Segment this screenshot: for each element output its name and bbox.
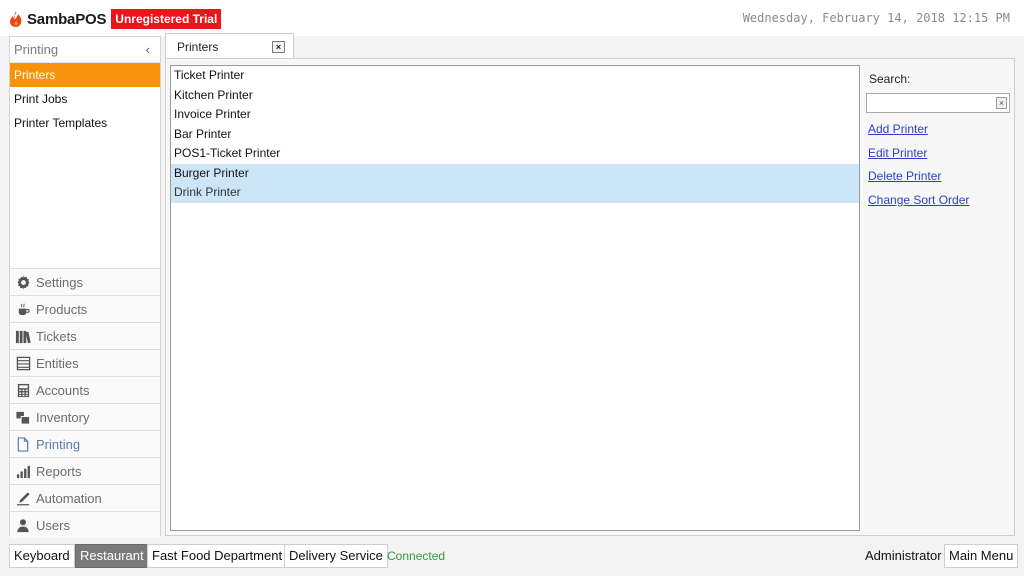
printer-list[interactable]: Ticket Printer Kitchen Printer Invoice P… [170, 65, 860, 531]
collapse-chevron-icon[interactable]: ‹ [146, 42, 150, 57]
nav-item-accounts[interactable]: Accounts [10, 376, 160, 403]
section-header-printing[interactable]: Printing ‹ [10, 37, 160, 63]
nav-label: Tickets [36, 328, 77, 344]
table-icon [15, 355, 31, 371]
current-user: Administrator [865, 548, 942, 563]
main-menu-button[interactable]: Main Menu [944, 544, 1019, 568]
list-item[interactable]: Ticket Printer [171, 66, 859, 86]
trial-badge: Unregistered Trial [111, 9, 222, 29]
nav-label: Inventory [36, 409, 90, 425]
actions-panel: Search: × Add Printer Edit Printer Delet… [866, 65, 1011, 209]
nav-item-inventory[interactable]: Inventory [10, 403, 160, 430]
user-icon [15, 517, 31, 533]
status-bar: Keyboard Restaurant Fast Food Department… [0, 540, 1024, 576]
list-item[interactable]: POS1-Ticket Printer [171, 144, 859, 164]
books-icon [15, 328, 31, 344]
sub-item-printer-templates[interactable]: Printer Templates [10, 111, 160, 135]
nav-label: Settings [36, 274, 83, 290]
pen-icon [15, 490, 31, 506]
nav-item-users[interactable]: Users [10, 511, 160, 538]
app-name: SambaPOS [27, 10, 107, 28]
date-time-display: Wednesday, February 14, 2018 12:15 PM [742, 11, 1010, 25]
bar-chart-icon [15, 463, 31, 479]
nav-item-settings[interactable]: Settings [10, 268, 160, 295]
coffee-cup-icon [15, 301, 31, 317]
tab-printers[interactable]: Printers × [165, 33, 294, 59]
left-navigation-panel: Printing ‹ Printers Print Jobs Printer T… [9, 36, 161, 538]
connection-status: Connected [387, 549, 446, 563]
keyboard-button[interactable]: Keyboard [9, 544, 75, 568]
list-item[interactable]: Kitchen Printer [171, 86, 859, 106]
main-nav-list: Settings Products Tickets Entities Accou… [10, 268, 160, 538]
calculator-icon [15, 382, 31, 398]
change-sort-order-link[interactable]: Change Sort Order [866, 192, 1011, 210]
nav-item-entities[interactable]: Entities [10, 349, 160, 376]
nav-label: Accounts [36, 382, 90, 398]
nav-item-products[interactable]: Products [10, 295, 160, 322]
search-label: Search: [869, 72, 911, 86]
search-input[interactable] [867, 94, 993, 112]
list-item[interactable]: Bar Printer [171, 125, 859, 145]
fast-food-department-button[interactable]: Fast Food Department [147, 544, 288, 568]
document-icon [15, 436, 31, 452]
nav-label: Users [36, 517, 70, 533]
clear-search-icon[interactable]: × [996, 97, 1007, 109]
printers-content-area: Ticket Printer Kitchen Printer Invoice P… [165, 58, 1015, 536]
list-item[interactable]: Burger Printer [171, 163, 859, 183]
app-logo: SambaPOS Unregistered Trial [8, 9, 222, 29]
delete-printer-link[interactable]: Delete Printer [866, 168, 1011, 186]
nav-label: Reports [36, 463, 82, 479]
tab-label: Printers [177, 39, 219, 54]
nav-label: Products [36, 301, 88, 317]
nav-item-reports[interactable]: Reports [10, 457, 160, 484]
nav-label: Entities [36, 355, 79, 371]
close-icon[interactable]: × [272, 41, 285, 53]
gear-icon [15, 274, 31, 290]
list-item[interactable]: Drink Printer [171, 183, 859, 203]
sub-item-print-jobs[interactable]: Print Jobs [10, 87, 160, 111]
sub-item-printers[interactable]: Printers [10, 63, 160, 87]
search-field: × [866, 93, 1010, 113]
nav-item-printing[interactable]: Printing [10, 430, 160, 457]
nav-item-tickets[interactable]: Tickets [10, 322, 160, 349]
nav-item-automation[interactable]: Automation [10, 484, 160, 511]
add-printer-link[interactable]: Add Printer [866, 121, 1011, 139]
list-item[interactable]: Invoice Printer [171, 105, 859, 125]
edit-printer-link[interactable]: Edit Printer [866, 145, 1011, 163]
delivery-service-button[interactable]: Delivery Service [284, 544, 388, 568]
section-title: Printing [14, 42, 59, 57]
flame-logo-icon [10, 11, 22, 27]
restaurant-button[interactable]: Restaurant [75, 544, 149, 568]
app-header: SambaPOS Unregistered Trial Wednesday, F… [0, 0, 1024, 36]
boxes-icon [15, 409, 31, 425]
nav-label: Automation [36, 490, 102, 506]
nav-label: Printing [36, 436, 81, 452]
